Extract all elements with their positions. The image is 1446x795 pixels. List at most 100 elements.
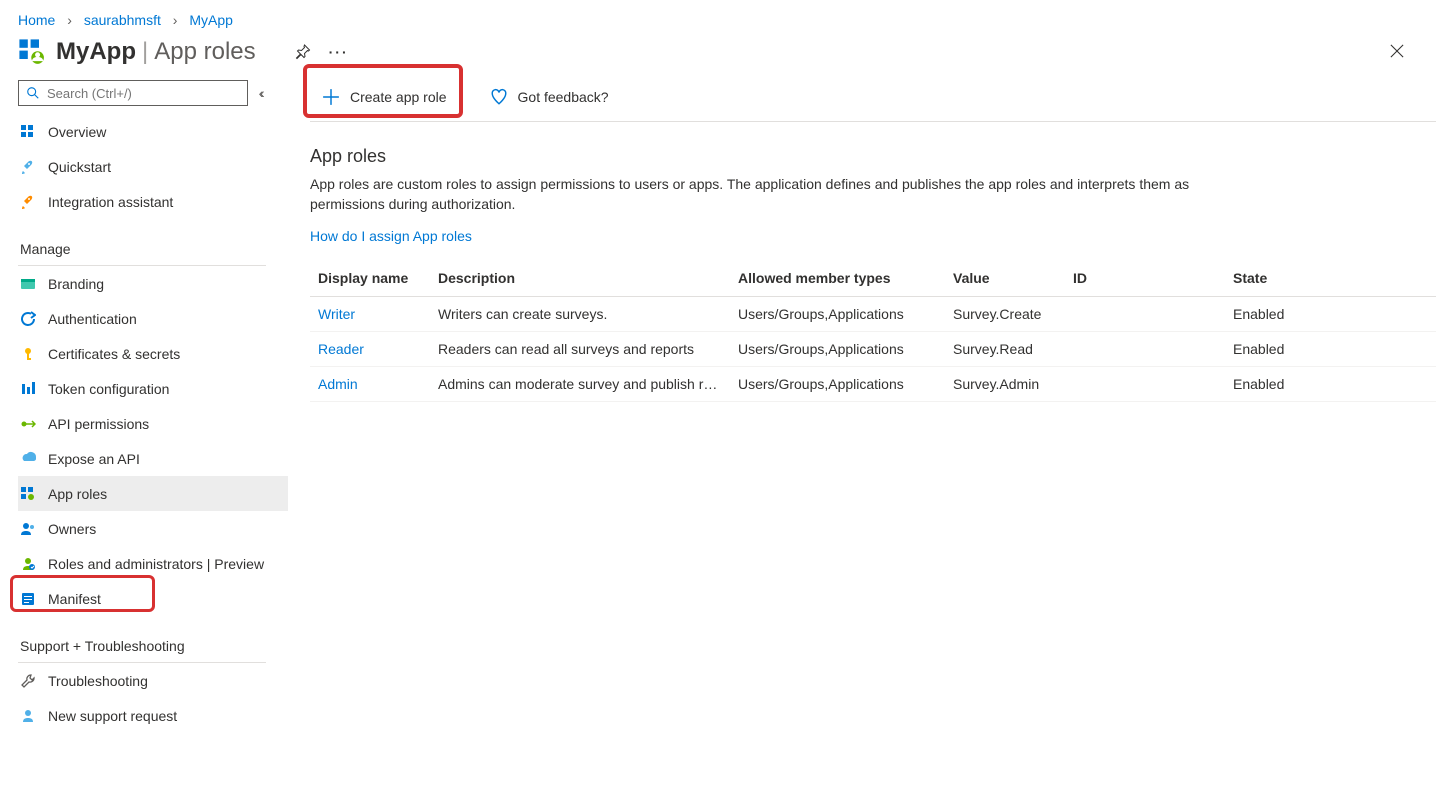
cell-id xyxy=(1065,367,1225,402)
cell-state: Enabled xyxy=(1225,332,1436,367)
sidebar-item-label: Expose an API xyxy=(48,451,140,467)
sidebar-item-owners[interactable]: Owners xyxy=(18,511,288,546)
search-input[interactable] xyxy=(18,80,248,106)
sidebar-item-troubleshooting[interactable]: Troubleshooting xyxy=(18,663,288,698)
role-link[interactable]: Reader xyxy=(318,341,364,357)
create-app-role-label: Create app role xyxy=(350,89,447,105)
col-value[interactable]: Value xyxy=(945,264,1065,297)
sidebar-item-branding[interactable]: Branding xyxy=(18,266,288,301)
cell-state: Enabled xyxy=(1225,297,1436,332)
sidebar-item-label: Branding xyxy=(48,276,104,292)
breadcrumb-sep: › xyxy=(67,12,72,28)
page-title-page: App roles xyxy=(154,38,255,66)
role-link[interactable]: Writer xyxy=(318,306,355,322)
owners-icon xyxy=(20,521,36,537)
sidebar-item-label: Owners xyxy=(48,521,96,537)
sidebar-item-label: API permissions xyxy=(48,416,149,432)
troubleshoot-icon xyxy=(20,673,36,689)
cell-value: Survey.Create xyxy=(945,297,1065,332)
sidebar-item-label: Manifest xyxy=(48,591,101,607)
sidebar-item-manifest[interactable]: Manifest xyxy=(18,581,288,616)
cell-member-types: Users/Groups,Applications xyxy=(730,367,945,402)
sidebar-group-manage: Manage xyxy=(18,219,266,266)
cell-description: Writers can create surveys. xyxy=(430,297,730,332)
pin-icon[interactable] xyxy=(294,43,312,61)
help-link[interactable]: How do I assign App roles xyxy=(310,228,472,244)
breadcrumb-home[interactable]: Home xyxy=(18,12,55,28)
cell-description: Readers can read all surveys and reports xyxy=(430,332,730,367)
cell-state: Enabled xyxy=(1225,367,1436,402)
content-heading: App roles xyxy=(310,146,1436,167)
page-header: MyApp | App roles ··· xyxy=(0,34,1446,72)
feedback-button[interactable]: Got feedback? xyxy=(478,80,621,114)
rocket-blue-icon xyxy=(20,159,36,175)
col-member-types[interactable]: Allowed member types xyxy=(730,264,945,297)
sidebar-item-label: Certificates & secrets xyxy=(48,346,180,362)
sidebar-group-support: Support + Troubleshooting xyxy=(18,616,266,663)
sidebar-item-label: Quickstart xyxy=(48,159,111,175)
sidebar-item-label: Overview xyxy=(48,124,106,140)
roles-admin-icon xyxy=(20,556,36,572)
sidebar-item-token[interactable]: Token configuration xyxy=(18,371,288,406)
close-icon[interactable] xyxy=(1390,42,1404,63)
cell-description: Admins can moderate survey and publish r… xyxy=(430,367,730,402)
plus-icon xyxy=(322,88,340,106)
table-row[interactable]: Reader Readers can read all surveys and … xyxy=(310,332,1436,367)
cell-member-types: Users/Groups,Applications xyxy=(730,297,945,332)
sidebar-item-label: New support request xyxy=(48,708,177,724)
sidebar-item-authentication[interactable]: Authentication xyxy=(18,301,288,336)
manifest-icon xyxy=(20,591,36,607)
sidebar-item-certificates[interactable]: Certificates & secrets xyxy=(18,336,288,371)
app-roles-table: Display name Description Allowed member … xyxy=(310,264,1436,402)
api-perm-icon xyxy=(20,416,36,432)
search-icon xyxy=(26,86,40,100)
sidebar-item-roles-admin[interactable]: Roles and administrators | Preview xyxy=(18,546,288,581)
expose-api-icon xyxy=(20,451,36,467)
rocket-orange-icon xyxy=(20,194,36,210)
support-icon xyxy=(20,708,36,724)
sidebar-item-app-roles[interactable]: App roles xyxy=(18,476,288,511)
overview-icon xyxy=(20,124,36,140)
toolbar: Create app role Got feedback? xyxy=(310,72,1436,122)
role-link[interactable]: Admin xyxy=(318,376,358,392)
branding-icon xyxy=(20,276,36,292)
auth-icon xyxy=(20,311,36,327)
heart-icon xyxy=(490,88,508,106)
col-id[interactable]: ID xyxy=(1065,264,1225,297)
sidebar-item-api-permissions[interactable]: API permissions xyxy=(18,406,288,441)
breadcrumb-user[interactable]: saurabhmsft xyxy=(84,12,161,28)
sidebar-item-integration[interactable]: Integration assistant xyxy=(18,184,288,219)
col-description[interactable]: Description xyxy=(430,264,730,297)
main-content: Create app role Got feedback? App roles … xyxy=(288,72,1446,733)
cell-id xyxy=(1065,332,1225,367)
col-display-name[interactable]: Display name xyxy=(310,264,430,297)
sidebar-item-overview[interactable]: Overview xyxy=(18,114,288,149)
cell-value: Survey.Admin xyxy=(945,367,1065,402)
cell-id xyxy=(1065,297,1225,332)
sidebar-item-label: Roles and administrators | Preview xyxy=(48,556,264,572)
page-title-sep: | xyxy=(142,38,148,66)
app-roles-icon xyxy=(20,486,36,502)
sidebar-item-support-request[interactable]: New support request xyxy=(18,698,288,733)
more-icon[interactable]: ··· xyxy=(330,43,348,61)
breadcrumb-app[interactable]: MyApp xyxy=(189,12,233,28)
page-title-app: MyApp xyxy=(56,38,136,66)
sidebar-item-label: Integration assistant xyxy=(48,194,173,210)
sidebar-item-label: Token configuration xyxy=(48,381,169,397)
sidebar-item-quickstart[interactable]: Quickstart xyxy=(18,149,288,184)
app-registration-icon xyxy=(18,38,46,66)
col-state[interactable]: State xyxy=(1225,264,1436,297)
sidebar-item-label: Authentication xyxy=(48,311,137,327)
create-app-role-button[interactable]: Create app role xyxy=(310,80,460,114)
content-description: App roles are custom roles to assign per… xyxy=(310,175,1200,214)
cell-member-types: Users/Groups,Applications xyxy=(730,332,945,367)
breadcrumb: Home › saurabhmsft › MyApp xyxy=(0,0,1446,34)
breadcrumb-sep: › xyxy=(173,12,178,28)
cell-value: Survey.Read xyxy=(945,332,1065,367)
key-icon xyxy=(20,346,36,362)
sidebar-item-expose-api[interactable]: Expose an API xyxy=(18,441,288,476)
sidebar-item-label: Troubleshooting xyxy=(48,673,148,689)
token-icon xyxy=(20,381,36,397)
table-row[interactable]: Writer Writers can create surveys. Users… xyxy=(310,297,1436,332)
table-row[interactable]: Admin Admins can moderate survey and pub… xyxy=(310,367,1436,402)
